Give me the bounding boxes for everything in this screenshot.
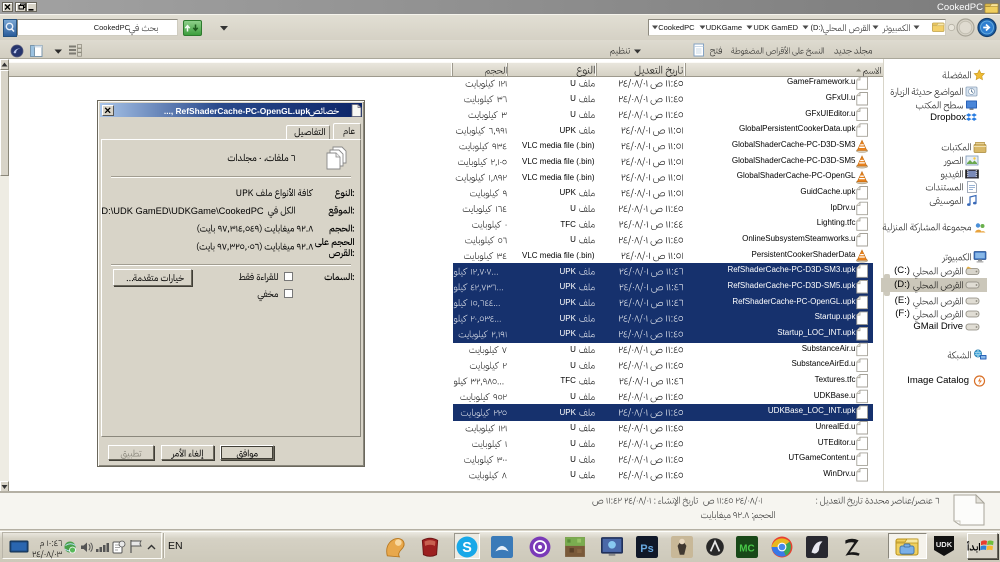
svg-text:Ps: Ps [640, 543, 653, 555]
svg-text:MC: MC [739, 543, 754, 554]
svg-text:UDK: UDK [936, 540, 953, 549]
svg-text:S: S [462, 540, 472, 556]
